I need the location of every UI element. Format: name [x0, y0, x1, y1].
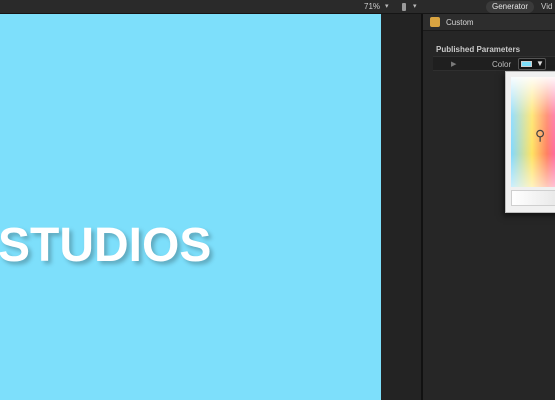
inspector-header: Custom	[423, 14, 555, 31]
zoom-level[interactable]: 71%	[364, 2, 380, 11]
title-text: STUDIOS	[0, 219, 212, 272]
param-label: Color	[492, 60, 512, 69]
view-chevron-icon[interactable]: ▾	[413, 2, 417, 10]
published-parameters-title: Published Parameters	[436, 45, 521, 54]
viewer-canvas[interactable]: STUDIOS	[0, 14, 381, 400]
color-swatch	[521, 61, 532, 67]
color-swatch-button[interactable]: ▼	[518, 58, 546, 70]
eyedropper-icon[interactable]: ⚲	[535, 127, 545, 144]
color-popover	[505, 71, 555, 213]
view-options-icon[interactable]	[402, 3, 406, 11]
tab-generator[interactable]: Generator	[486, 1, 534, 13]
zoom-chevron-icon[interactable]: ▾	[385, 2, 389, 10]
color-spectrum[interactable]	[511, 77, 555, 187]
param-row-color: ▶ Color ▼	[433, 56, 555, 71]
swatch-chevron-icon[interactable]: ▼	[536, 59, 544, 68]
disclosure-triangle-icon[interactable]: ▶	[451, 60, 456, 68]
inspector-title: Custom	[446, 18, 474, 27]
divider-panel	[381, 14, 421, 400]
top-toolbar: 71% ▾ ▾ Generator Vid	[0, 0, 555, 14]
tab-video[interactable]: Vid	[541, 1, 555, 13]
current-color-strip[interactable]	[511, 190, 555, 206]
generator-icon	[430, 17, 440, 27]
